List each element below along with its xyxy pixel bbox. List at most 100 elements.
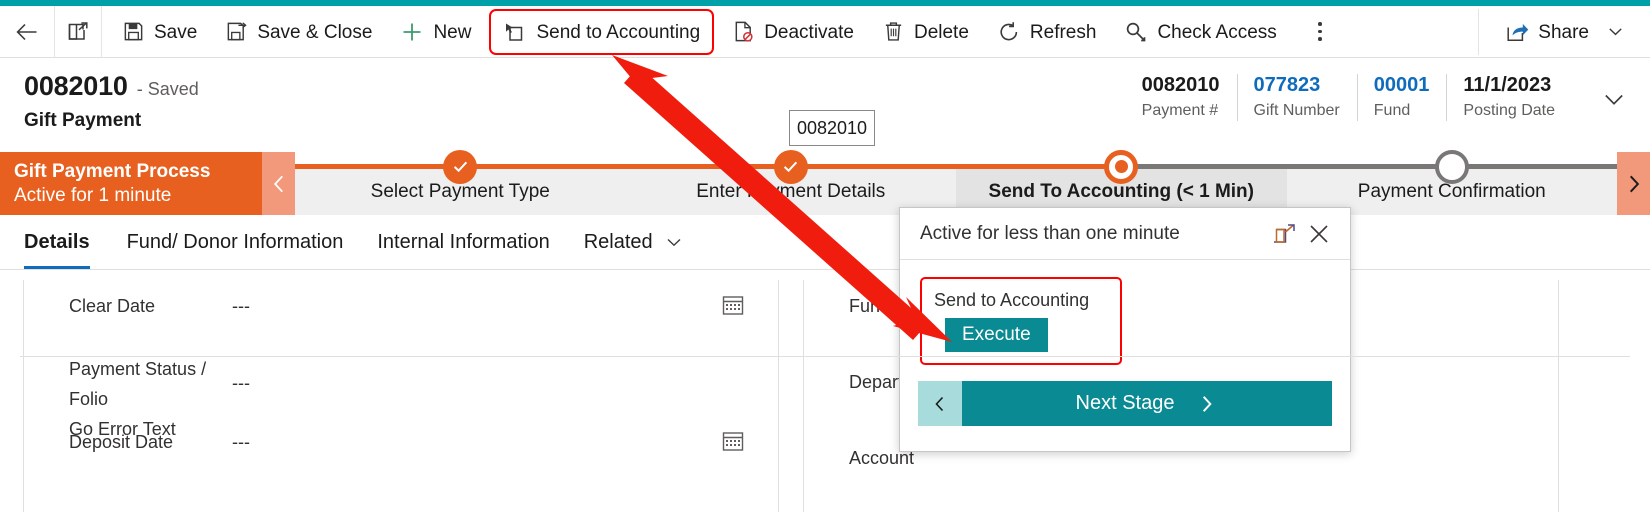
- calendar-icon[interactable]: [722, 430, 744, 457]
- refresh-label: Refresh: [1029, 22, 1097, 43]
- stage-complete-icon: [773, 149, 808, 184]
- new-label: New: [433, 22, 472, 43]
- save-label: Save: [154, 22, 198, 43]
- flyout-close-button[interactable]: [1302, 217, 1336, 251]
- field-value[interactable]: ---: [232, 292, 778, 320]
- key-icon: [1124, 20, 1148, 44]
- next-stage-label: Next Stage: [1075, 392, 1175, 414]
- field-clear-date[interactable]: Clear Date ---: [24, 280, 778, 320]
- popout-icon: [1274, 223, 1296, 245]
- refresh-button[interactable]: Refresh: [986, 11, 1108, 53]
- share-label: Share: [1538, 22, 1589, 43]
- form-column-left: Clear Date --- Payment Status / Folio Go…: [23, 280, 779, 512]
- delete-label: Delete: [913, 22, 969, 43]
- new-button[interactable]: New: [389, 11, 482, 53]
- chevron-down-icon: [1606, 22, 1625, 41]
- record-entity-name: Gift Payment: [24, 110, 142, 131]
- command-bar-divider: [1478, 8, 1480, 55]
- business-process-flow: Gift Payment Process Active for 1 minute…: [0, 149, 1650, 215]
- chevron-left-icon: [268, 173, 290, 195]
- chevron-down-icon: [1600, 85, 1628, 113]
- process-next-button[interactable]: [1617, 152, 1650, 215]
- flyout-body: Send to Accounting Execute: [900, 260, 1350, 365]
- send-to-accounting-icon: [503, 20, 527, 44]
- close-icon: [1308, 223, 1330, 245]
- field-label: Deposit Date: [69, 432, 174, 452]
- save-icon: [122, 20, 145, 43]
- flyout-title: Active for less than one minute: [920, 222, 1180, 244]
- header-field-gift-number[interactable]: 077823 Gift Number: [1236, 72, 1357, 123]
- action-label: Send to Accounting: [934, 290, 1090, 310]
- check-access-label: Check Access: [1157, 22, 1277, 43]
- deactivate-button[interactable]: Deactivate: [721, 11, 865, 53]
- process-stage-list: Select Payment Type Enter Payment Detail…: [295, 149, 1617, 215]
- chevron-right-icon: [1196, 393, 1218, 415]
- command-bar: Save Save & Close New Send to Accounting: [0, 5, 1650, 58]
- open-in-new-window-button[interactable]: [54, 5, 102, 58]
- arrow-left-icon: [14, 19, 40, 45]
- chevron-right-icon: [1623, 173, 1645, 195]
- execute-button[interactable]: Execute: [945, 318, 1048, 352]
- form-body: Clear Date --- Payment Status / Folio Go…: [0, 270, 1650, 512]
- flyout-expand-button[interactable]: [1268, 217, 1302, 251]
- refresh-icon: [997, 20, 1021, 44]
- flyout-header: Active for less than one minute: [900, 208, 1350, 260]
- process-stage-payment-confirmation[interactable]: Payment Confirmation: [1286, 149, 1617, 215]
- ellipsis-vertical-icon: [1318, 22, 1322, 41]
- save-close-icon: [225, 20, 248, 43]
- field-value[interactable]: ---: [232, 332, 778, 397]
- process-stage-enter-payment-details[interactable]: Enter Payment Details: [625, 149, 956, 215]
- tab-details[interactable]: Details: [24, 215, 110, 269]
- tab-label: Fund/ Donor Information: [126, 230, 344, 253]
- expand-header-button[interactable]: [1600, 85, 1628, 118]
- back-button[interactable]: [3, 11, 51, 53]
- header-value: 11/1/2023: [1463, 74, 1552, 96]
- process-name: Gift Payment Process: [14, 161, 211, 182]
- trash-icon: [882, 20, 905, 43]
- process-previous-button[interactable]: [262, 152, 295, 215]
- header-field-posting-date: 11/1/2023 Posting Date: [1446, 72, 1572, 123]
- deactivate-icon: [732, 20, 755, 43]
- tab-internal-information[interactable]: Internal Information: [360, 215, 566, 269]
- record-state: - Saved: [136, 79, 199, 99]
- field-label: Clear Date: [69, 296, 156, 316]
- field-deposit-date[interactable]: Deposit Date ---: [24, 416, 778, 456]
- header-value[interactable]: 00001: [1374, 72, 1430, 99]
- tab-fund-donor-information[interactable]: Fund/ Donor Information: [110, 215, 361, 269]
- tab-label: Internal Information: [377, 230, 550, 253]
- record-title: 0082010 - Saved: [24, 71, 199, 102]
- chevron-left-icon: [930, 394, 950, 414]
- next-stage-control: Next Stage: [918, 381, 1332, 426]
- calendar-icon[interactable]: [722, 294, 744, 321]
- send-to-accounting-label: Send to Accounting: [536, 22, 701, 43]
- save-and-close-button[interactable]: Save & Close: [214, 11, 383, 53]
- send-to-accounting-action-group: Send to Accounting Execute: [920, 277, 1122, 365]
- previous-stage-button[interactable]: [918, 381, 962, 426]
- field-payment-status-folio-go-error-text[interactable]: Payment Status / Folio Go Error Text ---: [24, 320, 778, 439]
- save-and-close-label: Save & Close: [257, 22, 373, 43]
- process-name-panel[interactable]: Gift Payment Process Active for 1 minute: [0, 152, 262, 215]
- check-access-button[interactable]: Check Access: [1113, 11, 1287, 53]
- next-stage-button[interactable]: Next Stage: [962, 381, 1332, 426]
- stage-complete-icon: [443, 149, 478, 184]
- tab-label: Related: [583, 230, 653, 253]
- flyout-divider: [20, 356, 1630, 357]
- field-value[interactable]: ---: [232, 428, 778, 456]
- more-commands-button[interactable]: [1303, 11, 1337, 53]
- header-fields: 0082010 Payment # 077823 Gift Number 000…: [1125, 72, 1572, 123]
- process-stage-send-to-accounting[interactable]: Send To Accounting (< 1 Min): [956, 149, 1287, 215]
- send-to-accounting-button[interactable]: Send to Accounting: [489, 8, 715, 55]
- share-button[interactable]: Share: [1494, 11, 1636, 53]
- process-active-duration: Active for 1 minute: [14, 185, 172, 206]
- header-label: Posting Date: [1463, 102, 1555, 119]
- save-button[interactable]: Save: [111, 11, 208, 53]
- header-value: 0082010: [1141, 74, 1220, 96]
- process-stage-select-payment-type[interactable]: Select Payment Type: [295, 149, 626, 215]
- popout-icon: [66, 20, 90, 44]
- tab-related[interactable]: Related: [567, 215, 701, 269]
- delete-button[interactable]: Delete: [871, 11, 980, 53]
- header-value[interactable]: 077823: [1254, 72, 1340, 99]
- header-field-payment-number: 0082010 Payment #: [1125, 72, 1237, 123]
- header-field-fund[interactable]: 00001 Fund: [1356, 72, 1447, 123]
- tab-label: Details: [24, 230, 90, 253]
